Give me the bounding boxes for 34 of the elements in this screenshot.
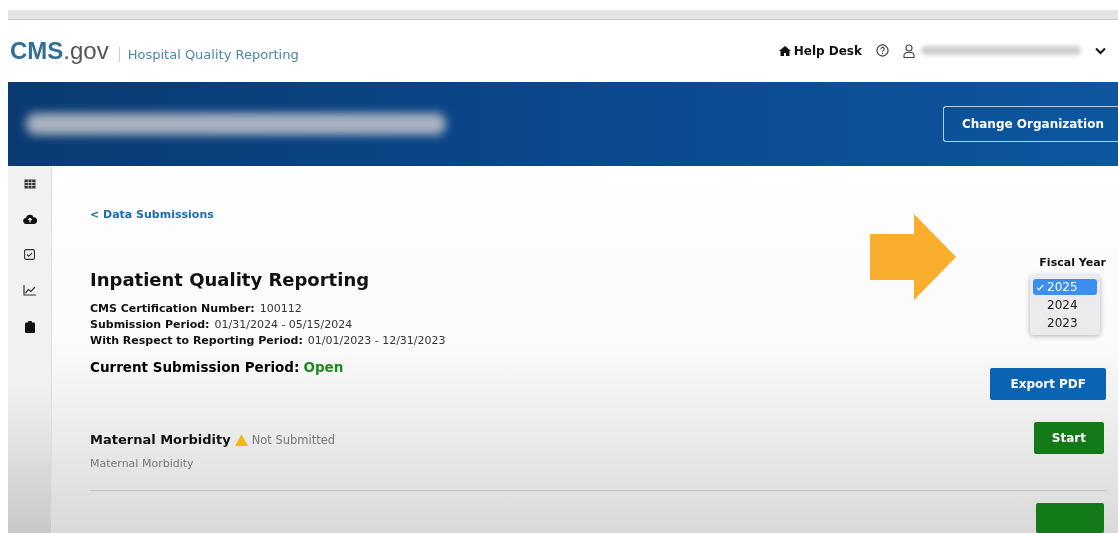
measure-status: Not Submitted: [251, 432, 336, 447]
help-icon[interactable]: [876, 44, 889, 58]
checkbox-icon[interactable]: [24, 249, 35, 260]
home-icon: [778, 45, 791, 56]
help-desk-link[interactable]: Help Desk: [778, 43, 862, 58]
user-icon[interactable]: [903, 43, 915, 58]
logo-text[interactable]: CMS: [10, 36, 64, 65]
page-title: Inpatient Quality Reporting: [90, 269, 370, 290]
status-value: Open: [303, 359, 344, 375]
back-link[interactable]: < Data Submissions: [90, 208, 214, 221]
detail-label: CMS Certification Number:: [90, 302, 255, 315]
detail-value: 01/31/2024 - 05/15/2024: [214, 318, 353, 331]
detail-label: With Respect to Reporting Period:: [90, 334, 303, 347]
cloud-upload-icon[interactable]: [22, 214, 37, 224]
detail-label: Submission Period:: [90, 318, 210, 331]
site-name: Hospital Quality Reporting: [118, 46, 299, 62]
detail-value: 100112: [259, 302, 302, 315]
change-organization-button[interactable]: Change Organization: [942, 105, 1118, 142]
checkmark-icon: [1036, 283, 1044, 291]
measure-name: Maternal Morbidity: [90, 432, 231, 447]
export-pdf-button[interactable]: Export PDF: [990, 368, 1106, 400]
year-option[interactable]: 2024: [1033, 297, 1097, 313]
logo-suffix[interactable]: .gov: [63, 36, 109, 65]
fiscal-year-label: Fiscal Year: [1039, 256, 1106, 269]
chevron-down-icon[interactable]: [1095, 46, 1106, 55]
status-label: Current Submission Period:: [90, 359, 300, 375]
table-icon[interactable]: [23, 179, 36, 189]
year-option[interactable]: 2023: [1033, 315, 1097, 331]
line-chart-icon[interactable]: [23, 285, 36, 296]
clipboard-icon[interactable]: [24, 321, 35, 333]
warning-icon: [234, 433, 248, 446]
measure-description: Maternal Morbidity: [90, 457, 195, 470]
detail-value: 01/01/2023 - 12/31/2023: [307, 334, 446, 347]
start-button[interactable]: Start: [1033, 422, 1104, 454]
